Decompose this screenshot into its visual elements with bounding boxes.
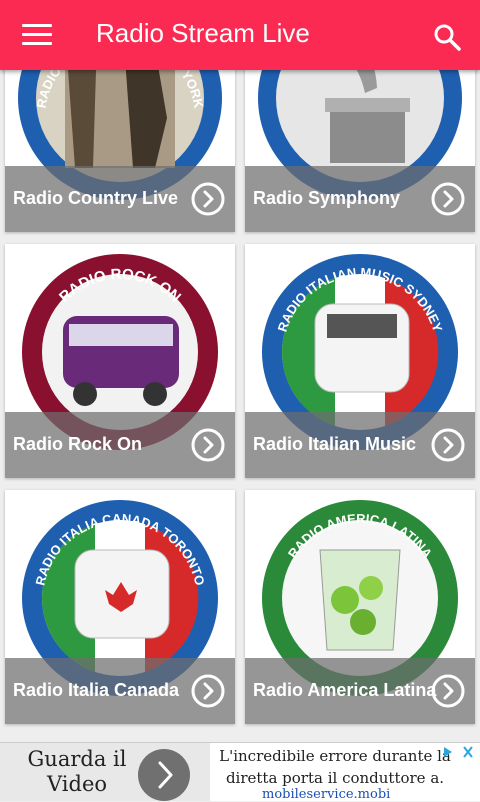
- station-card-latina[interactable]: RADIO AMERICA LATINA Radio America Latin…: [245, 490, 475, 724]
- station-grid: RADIO COUNTRY LIVE NEW YORK Radio Countr…: [0, 0, 480, 740]
- chevron-right-circle-icon[interactable]: [431, 182, 465, 216]
- station-name: Radio Italia Canada: [13, 680, 180, 700]
- station-name: Radio America Latina: [253, 680, 437, 700]
- station-caption: Radio Rock On: [5, 412, 235, 478]
- station-card-rock[interactable]: RADIO ROCK ON Radio Rock On: [5, 244, 235, 478]
- chevron-right-circle-icon[interactable]: [191, 674, 225, 708]
- station-caption: Radio Italia Canada: [5, 658, 235, 724]
- station-name: Radio Symphony: [253, 188, 401, 208]
- station-name: Radio Rock On: [13, 434, 143, 454]
- chevron-right-circle-icon[interactable]: [431, 674, 465, 708]
- app-bar: Radio Stream Live: [0, 0, 480, 70]
- station-caption: Radio Country Live: [5, 166, 235, 232]
- menu-icon[interactable]: [22, 24, 52, 46]
- chevron-right-circle-icon[interactable]: [191, 428, 225, 462]
- chevron-right-icon[interactable]: [138, 749, 190, 801]
- station-caption: Radio America Latina: [245, 658, 475, 724]
- ad-banner[interactable]: Guarda il Video L'incredibile errore dur…: [0, 742, 480, 802]
- station-name: Radio Italian Music: [253, 434, 417, 454]
- app-title: Radio Stream Live: [96, 18, 310, 48]
- station-card-italian[interactable]: RADIO ITALIAN MUSIC SYDNEY Radio Italian…: [245, 244, 475, 478]
- adchoices-icon[interactable]: [442, 745, 476, 759]
- station-caption: Radio Symphony: [245, 166, 475, 232]
- station-name: Radio Country Live: [13, 188, 179, 208]
- station-card-canada[interactable]: RADIO ITALIA CANADA TORONTO Radio Italia…: [5, 490, 235, 724]
- station-caption: Radio Italian Music: [245, 412, 475, 478]
- ad-headline[interactable]: L'incredibile errore durante la diretta …: [215, 745, 455, 789]
- ad-cta-panel[interactable]: Guarda il Video: [0, 743, 210, 801]
- ad-cta-text: Guarda il Video: [27, 747, 127, 796]
- chevron-right-circle-icon[interactable]: [431, 428, 465, 462]
- chevron-right-circle-icon[interactable]: [191, 182, 225, 216]
- search-icon[interactable]: [432, 22, 462, 52]
